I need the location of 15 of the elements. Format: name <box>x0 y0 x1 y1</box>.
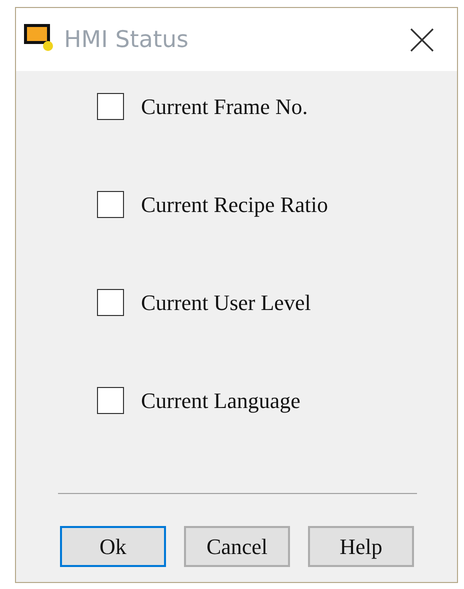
option-label: Current Frame No. <box>141 94 308 120</box>
close-icon <box>409 26 435 52</box>
checkbox[interactable] <box>97 289 124 316</box>
monitor-icon <box>24 24 54 51</box>
option-label: Current Language <box>141 388 300 414</box>
checkbox[interactable] <box>97 191 124 218</box>
option-label: Current User Level <box>141 290 311 316</box>
dialog-button[interactable]: Help <box>308 526 414 567</box>
dialog-button[interactable]: Cancel <box>184 526 290 567</box>
checkbox[interactable] <box>97 387 124 414</box>
close-button[interactable] <box>409 26 435 52</box>
option-label: Current Recipe Ratio <box>141 192 328 218</box>
window-title: HMI Status <box>64 26 190 52</box>
checkbox[interactable] <box>97 93 124 120</box>
dialog-button[interactable]: Ok <box>60 526 166 567</box>
